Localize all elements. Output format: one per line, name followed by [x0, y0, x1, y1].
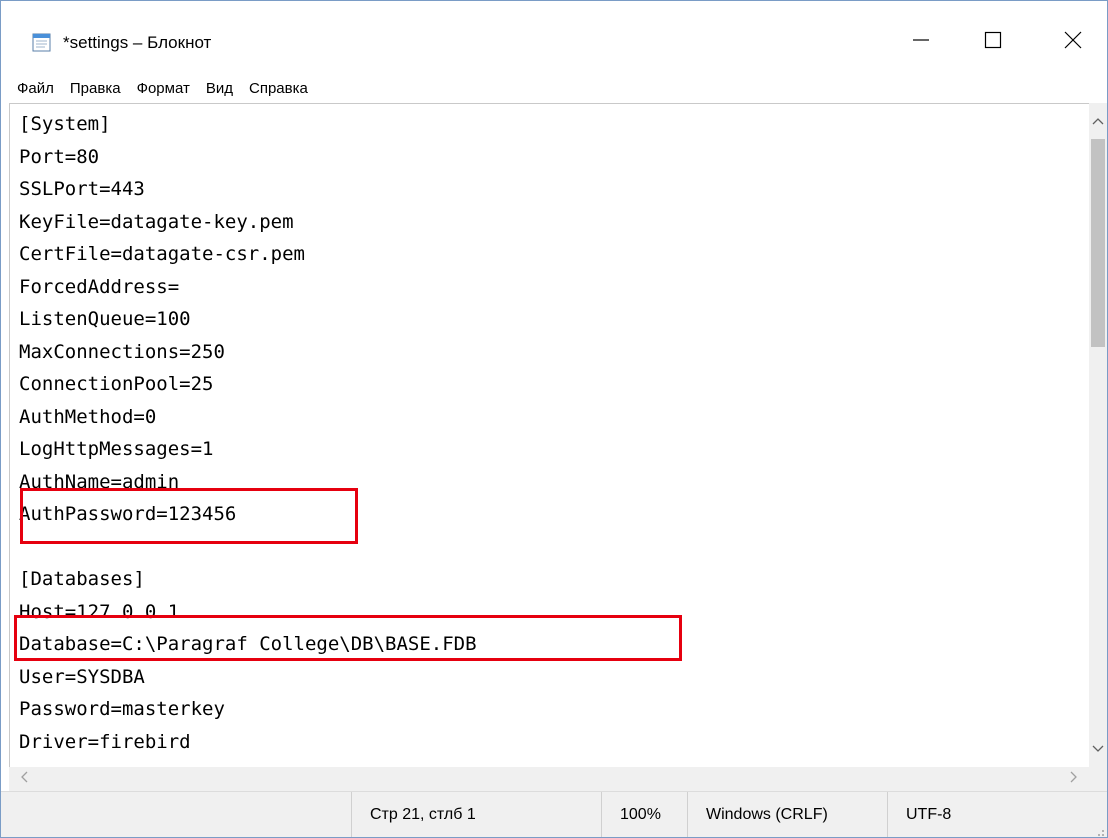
editor-text[interactable]: [System] Port=80 SSLPort=443 KeyFile=dat… [19, 108, 477, 758]
text-line: ForcedAddress= [19, 275, 180, 298]
text-line [19, 531, 477, 564]
text-line: Database=C:\Paragraf College\DB\BASE.FDB [19, 633, 477, 655]
status-encoding: UTF-8 [887, 792, 1107, 837]
text-line: [Databases] [19, 568, 145, 590]
text-line: Host=127.0.0.1 [19, 600, 180, 623]
text-line: [System] [19, 113, 111, 135]
chevron-left-icon [20, 770, 28, 788]
notepad-window: *settings – Блокнот Файл Правка Формат В… [0, 0, 1108, 838]
vertical-scroll-thumb[interactable] [1091, 139, 1105, 347]
minimize-icon [912, 31, 930, 54]
status-bar: Стр 21, стлб 1 100% Windows (CRLF) UTF-8 [1, 791, 1107, 837]
text-line: ListenQueue=100 [19, 308, 191, 330]
text-line: KeyFile=datagate-key.pem [19, 210, 294, 233]
maximize-icon [984, 31, 1002, 54]
text-line: AuthName=admin [19, 470, 180, 493]
title-bar[interactable]: *settings – Блокнот [1, 1, 1107, 73]
status-line-endings: Windows (CRLF) [687, 792, 887, 837]
text-line: Port=80 [19, 145, 100, 168]
text-line: LogHttpMessages=1 [19, 438, 214, 460]
scroll-left-button[interactable] [9, 767, 39, 791]
scroll-down-button[interactable] [1089, 731, 1107, 767]
menu-view[interactable]: Вид [198, 76, 241, 102]
notepad-icon [31, 31, 53, 53]
scroll-right-button[interactable] [1059, 767, 1089, 791]
text-line: ConnectionPool=25 [19, 373, 214, 395]
window-title: *settings – Блокнот [63, 33, 212, 52]
scroll-up-button[interactable] [1089, 103, 1107, 139]
minimize-button[interactable] [889, 13, 953, 71]
menu-edit[interactable]: Правка [62, 76, 129, 102]
menu-bar: Файл Правка Формат Вид Справка [1, 75, 1107, 103]
menu-help[interactable]: Справка [241, 76, 316, 102]
text-line: Password=masterkey [19, 698, 225, 720]
status-zoom: 100% [601, 792, 687, 837]
chevron-down-icon [1092, 740, 1104, 758]
chevron-up-icon [1092, 112, 1104, 130]
text-line: Driver=firebird [19, 730, 191, 753]
status-cursor-position: Стр 21, стлб 1 [351, 792, 601, 837]
text-line: AuthMethod=0 [19, 405, 157, 428]
text-line: AuthPassword=123456 [19, 503, 237, 525]
chevron-right-icon [1070, 770, 1078, 788]
resize-grip-icon[interactable] [1093, 824, 1105, 836]
text-line: MaxConnections=250 [19, 340, 225, 363]
horizontal-scrollbar[interactable] [9, 767, 1089, 791]
scrollbar-corner [1089, 767, 1107, 791]
close-icon [1064, 31, 1082, 54]
text-line: SSLPort=443 [19, 178, 145, 200]
text-editor[interactable]: [System] Port=80 SSLPort=443 KeyFile=dat… [9, 103, 1090, 768]
close-button[interactable] [1041, 13, 1105, 71]
menu-format[interactable]: Формат [129, 76, 198, 102]
menu-file[interactable]: Файл [1, 76, 62, 102]
text-line: User=SYSDBA [19, 665, 145, 688]
vertical-scrollbar[interactable] [1089, 103, 1107, 767]
text-line: CertFile=datagate-csr.pem [19, 243, 305, 265]
maximize-button[interactable] [961, 13, 1025, 71]
